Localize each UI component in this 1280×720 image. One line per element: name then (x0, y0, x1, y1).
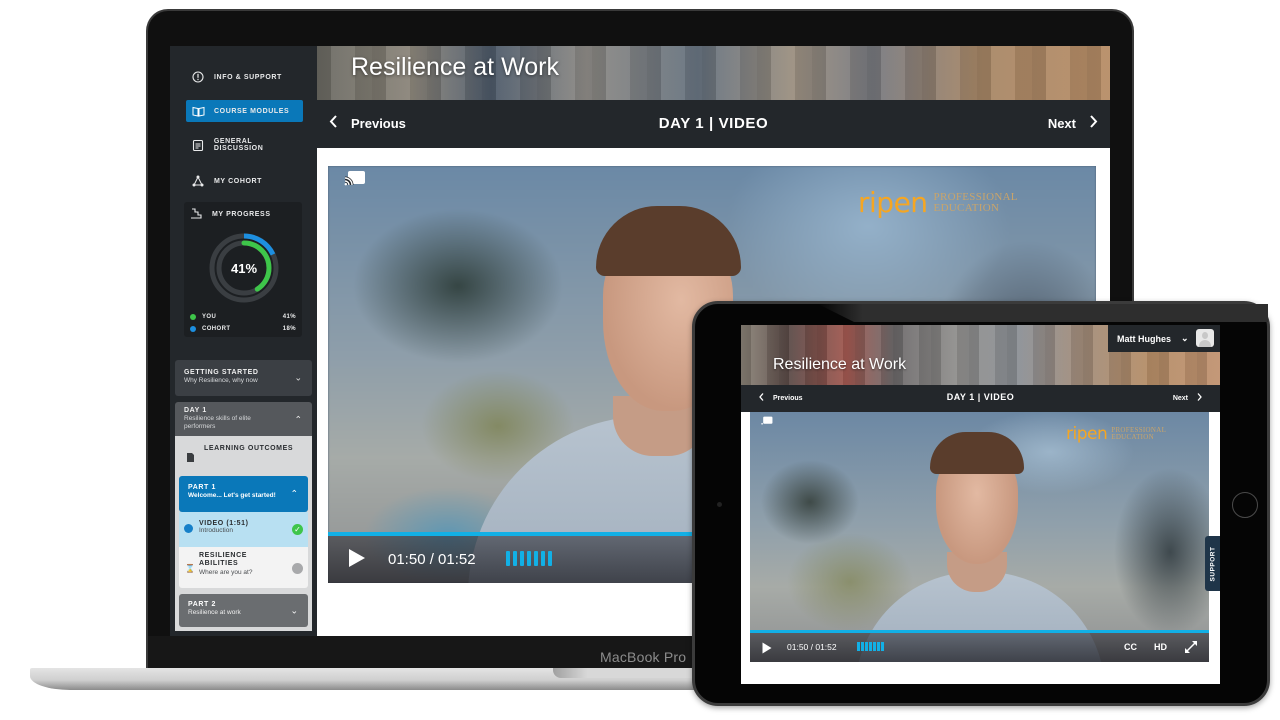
next-button[interactable]: Next (1048, 115, 1098, 131)
support-tab[interactable]: SUPPORT (1205, 536, 1220, 591)
chevron-up-icon: ⌃ (290, 488, 298, 499)
volume-bar (541, 551, 545, 566)
clipboard-icon (191, 138, 205, 152)
sidebar-item-label: MY COHORT (214, 177, 263, 185)
document-icon (187, 449, 194, 467)
cast-icon[interactable] (344, 170, 366, 186)
tablet-video-player[interactable]: ripen PROFESSIONAL EDUCATION 01:50 / 01:… (750, 412, 1209, 662)
sidebar-item-info-support[interactable]: INFO & SUPPORT (186, 66, 303, 88)
tablet-next-button[interactable]: Next (1173, 393, 1202, 403)
sidebar-item-my-cohort[interactable]: MY COHORT (186, 170, 303, 192)
sidebar-item-label: GENERAL DISCUSSION (213, 138, 264, 152)
tablet-course-title: Resilience at Work (773, 356, 907, 373)
volume-bar (527, 551, 531, 566)
course-title: Resilience at Work (351, 53, 559, 81)
volume-bar (548, 551, 552, 566)
hourglass-icon: ⌛ (185, 564, 195, 573)
tablet-lesson-navbar: Previous DAY 1 | VIDEO Next (741, 385, 1220, 412)
video-time: 01:50 / 01:52 (787, 642, 837, 652)
complete-check-icon: ✓ (292, 524, 303, 535)
lesson-resilience-abilities[interactable]: ⌛ RESILIENCE ABILITIES Where are you at? (179, 547, 308, 588)
volume-control[interactable] (506, 551, 552, 566)
device-mockup-scene: INFO & SUPPORT COURSE MODULES GENERAL DI… (0, 0, 1280, 720)
sidebar-item-general-discussion[interactable]: GENERAL DISCUSSION (186, 134, 303, 156)
fullscreen-icon[interactable] (1185, 640, 1197, 658)
my-progress-heading: MY PROGRESS (190, 207, 271, 221)
course-banner: Resilience at Work (317, 46, 1110, 100)
volume-bar (513, 551, 517, 566)
ripen-logo: ripen PROFESSIONAL EDUCATION (1066, 424, 1167, 444)
module-day-1[interactable]: DAY 1 Resilience skills of elite perform… (175, 402, 312, 438)
sidebar-item-course-modules[interactable]: COURSE MODULES (186, 100, 303, 122)
stairs-icon (190, 207, 202, 221)
learning-outcomes-item[interactable]: LEARNING OUTCOMES (179, 442, 308, 472)
day-1-contents: LEARNING OUTCOMES PART 1 Welcome... Let'… (175, 436, 312, 631)
laptop-brand-label: MacBook Pro (600, 649, 687, 665)
network-icon (191, 174, 205, 188)
user-name: Matt Hughes (1117, 333, 1171, 344)
hd-quality-button[interactable]: HD (1154, 642, 1167, 652)
ripen-logo: ripen PROFESSIONAL EDUCATION (858, 186, 1018, 219)
book-icon (191, 104, 205, 118)
tablet-camera (717, 502, 722, 507)
volume-bar (877, 642, 880, 651)
legend-dot-cohort (190, 326, 196, 332)
chevron-up-icon: ⌃ (294, 414, 302, 425)
volume-control[interactable] (857, 642, 884, 651)
incomplete-status-icon (292, 563, 303, 574)
sidebar-item-label: COURSE MODULES (214, 107, 290, 115)
legend-cohort: COHORT 18% (190, 326, 296, 332)
volume-bar (869, 642, 872, 651)
tablet-home-button[interactable] (1232, 492, 1258, 518)
tablet-section-title: DAY 1 | VIDEO (946, 392, 1015, 402)
cast-icon[interactable] (761, 416, 773, 425)
module-getting-started[interactable]: GETTING STARTED Why Resilience, why now … (175, 360, 312, 396)
legend-you: YOU 41% (190, 314, 296, 320)
sidebar: INFO & SUPPORT COURSE MODULES GENERAL DI… (170, 46, 317, 636)
section-title: DAY 1 | VIDEO (658, 115, 769, 132)
video-time: 01:50 / 01:52 (388, 551, 476, 568)
user-menu[interactable]: Matt Hughes ⌄ (1108, 325, 1220, 352)
tablet-video-controls: 01:50 / 01:52 CC HD (750, 633, 1209, 662)
volume-bar (506, 551, 510, 566)
play-button[interactable] (762, 641, 772, 659)
part-1-header[interactable]: PART 1 Welcome... Let's get started! ⌃ (179, 476, 308, 512)
lesson-video-introduction[interactable]: VIDEO (1:51) Introduction ✓ (179, 512, 308, 547)
part-2-header[interactable]: PART 2 Resilience at work ⌄ (179, 594, 308, 627)
volume-bar (520, 551, 524, 566)
lesson-navbar: Previous DAY 1 | VIDEO Next (317, 100, 1110, 148)
volume-bar (881, 642, 884, 651)
play-button[interactable] (348, 548, 366, 573)
captions-button[interactable]: CC (1124, 642, 1137, 652)
avatar[interactable] (1196, 329, 1214, 347)
chevron-down-icon: ⌄ (290, 605, 298, 615)
tablet-gloss (818, 304, 1268, 322)
progress-percent: 41% (230, 260, 258, 276)
volume-bar (534, 551, 538, 566)
legend-dot-you (190, 314, 196, 320)
volume-bar (861, 642, 864, 651)
volume-bar (865, 642, 868, 651)
sidebar-item-label: INFO & SUPPORT (214, 73, 282, 81)
chevron-right-icon (1197, 393, 1202, 403)
chevron-right-icon (1090, 115, 1098, 131)
info-icon (191, 70, 205, 84)
chevron-down-icon: ⌄ (294, 372, 302, 383)
tablet-screen: Resilience at Work Matt Hughes ⌄ Previou… (741, 325, 1220, 684)
volume-bar (857, 642, 860, 651)
my-progress-card: MY PROGRESS 41% YOU 41% COHORT 18% (184, 202, 302, 337)
chevron-down-icon: ⌄ (1181, 333, 1189, 343)
play-circle-icon (184, 524, 193, 533)
volume-bar (873, 642, 876, 651)
